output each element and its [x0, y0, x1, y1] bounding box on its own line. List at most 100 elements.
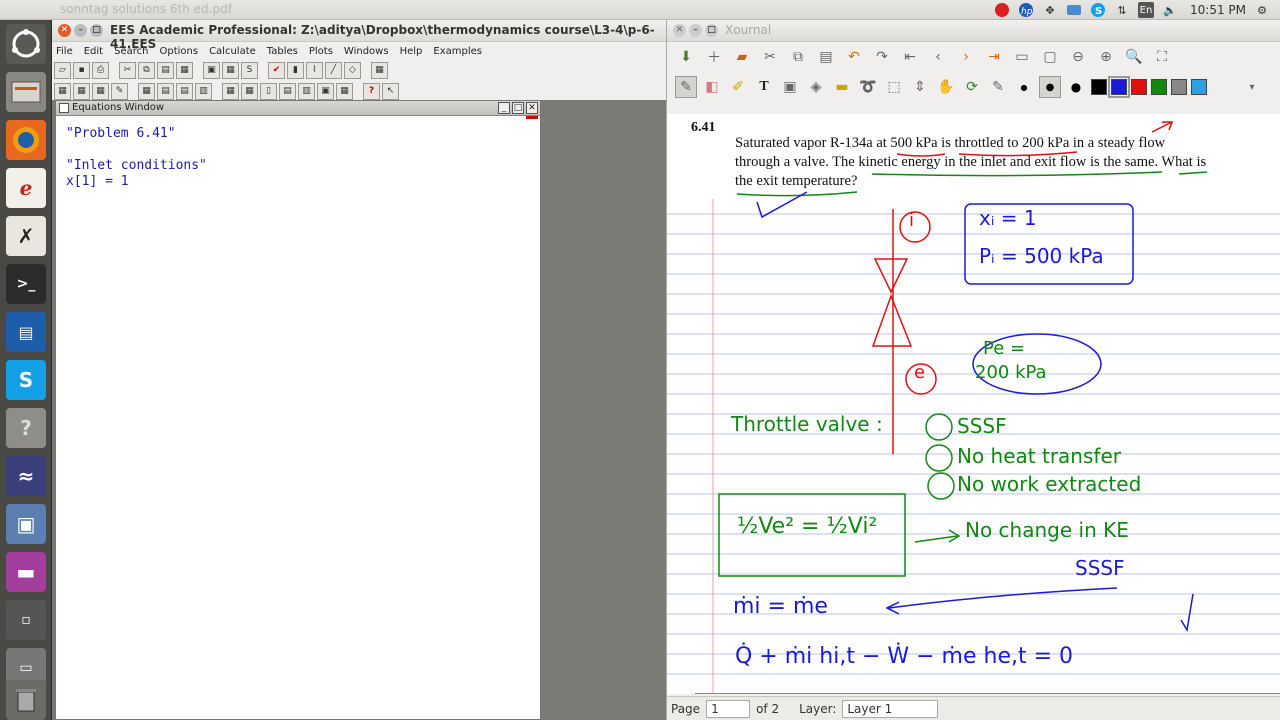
zoom-in-icon[interactable]: ⊕	[1095, 46, 1117, 68]
dropbox-icon[interactable]: ✥	[1042, 2, 1058, 18]
next-page-icon[interactable]: ›	[955, 46, 977, 68]
fullscreen-icon[interactable]: ⛶	[1151, 46, 1173, 68]
window-k-icon[interactable]: ▯	[260, 83, 277, 100]
copy-icon[interactable]: ⧉	[787, 46, 809, 68]
open-folder-icon[interactable]: ▰	[731, 46, 753, 68]
lasso-icon[interactable]: ➰	[857, 76, 879, 98]
chart-icon[interactable]: ╱	[325, 62, 342, 79]
new-icon[interactable]: ＋	[703, 46, 725, 68]
paste-icon[interactable]: ▤	[815, 46, 837, 68]
save-icon[interactable]: ▪	[73, 62, 90, 79]
xournal-titlebar[interactable]: ✕ – □ Xournal	[667, 20, 1280, 42]
window-l-icon[interactable]: ▤	[279, 83, 296, 100]
redo-icon[interactable]: ↷	[871, 46, 893, 68]
terminal-icon[interactable]: >_	[6, 264, 46, 304]
xournal-page[interactable]: 6.41 Saturated vapor R-134a at 500 kPa i…	[667, 114, 1280, 694]
window-j-icon[interactable]: ▦	[241, 83, 258, 100]
window-m-icon[interactable]: ▥	[298, 83, 315, 100]
equations-window-titlebar[interactable]: Equations Window _ □ ✕	[56, 101, 540, 116]
grid-icon[interactable]: ▦	[371, 62, 388, 79]
medium-pen-icon[interactable]: ●	[1039, 76, 1061, 98]
save-icon[interactable]: ⬇	[675, 46, 697, 68]
color-green[interactable]	[1151, 79, 1167, 95]
thick-pen-icon[interactable]: ●	[1065, 76, 1087, 98]
color-gray[interactable]	[1171, 79, 1187, 95]
menu-file[interactable]: File	[56, 46, 73, 57]
first-page-icon[interactable]: ⇤	[899, 46, 921, 68]
eraser-icon[interactable]: ◧	[701, 76, 723, 98]
si-icon[interactable]: S	[241, 62, 258, 79]
xo-minimize-icon[interactable]: –	[689, 24, 702, 37]
table-icon[interactable]: ▦	[222, 62, 239, 79]
xo-close-icon[interactable]: ✕	[673, 24, 686, 37]
window-e-icon[interactable]: ▦	[138, 83, 155, 100]
color-black[interactable]	[1091, 79, 1107, 95]
ruler-icon[interactable]: ▬	[831, 76, 853, 98]
zoom-fit-icon[interactable]: ▭	[1011, 46, 1033, 68]
format-icon[interactable]: ▦	[176, 62, 193, 79]
highlighter-icon[interactable]: ✐	[727, 76, 749, 98]
unknown-app-icon[interactable]: ?	[6, 408, 46, 448]
transfer-arrows-icon[interactable]: ⇅	[1114, 2, 1130, 18]
paste-icon[interactable]: ▤	[157, 62, 174, 79]
color-red[interactable]	[1131, 79, 1147, 95]
window-f-icon[interactable]: ▤	[157, 83, 174, 100]
window-icon[interactable]: ▫	[6, 600, 46, 640]
window-b-icon[interactable]: ▦	[73, 83, 90, 100]
undo-icon[interactable]: ↶	[843, 46, 865, 68]
vertical-space-icon[interactable]: ⇕	[909, 76, 931, 98]
hp-icon[interactable]: hp	[1018, 2, 1034, 18]
clock[interactable]: 10:51 PM	[1190, 3, 1246, 17]
default-pen-icon[interactable]: ⟳	[961, 76, 983, 98]
minimize-icon[interactable]: –	[74, 24, 87, 37]
select-rect-icon[interactable]: ⬚	[883, 76, 905, 98]
evince-icon[interactable]: ℯ	[6, 168, 46, 208]
firefox-icon[interactable]	[6, 120, 46, 160]
pointer-help-icon[interactable]: ↖	[382, 83, 399, 100]
thin-pen-icon[interactable]: ●	[1013, 76, 1035, 98]
pen-settings-icon[interactable]: ✎	[987, 76, 1009, 98]
window-g-icon[interactable]: ▤	[176, 83, 193, 100]
check-icon[interactable]: ✔	[268, 62, 285, 79]
shape-icon[interactable]: ◈	[805, 76, 827, 98]
trash-icon[interactable]	[6, 680, 46, 720]
copy-icon[interactable]: ⧉	[138, 62, 155, 79]
writer-icon[interactable]: ▤	[6, 312, 46, 352]
window-d-icon[interactable]: ✎	[111, 83, 128, 100]
page-number-input[interactable]: 1	[706, 699, 751, 718]
skype-launcher-icon[interactable]: S	[6, 360, 46, 400]
open-icon[interactable]: ▱	[54, 62, 71, 79]
files-icon[interactable]	[6, 72, 46, 112]
xo-maximize-icon[interactable]: □	[705, 24, 718, 37]
window-menu-icon[interactable]	[59, 103, 69, 113]
print-icon[interactable]: ⎙	[92, 62, 109, 79]
last-page-icon[interactable]: ⇥	[983, 46, 1005, 68]
plot-icon[interactable]: ⌇	[306, 62, 323, 79]
dash-home-icon[interactable]	[6, 24, 46, 64]
menu-edit[interactable]: Edit	[84, 46, 103, 57]
maximize-icon[interactable]: □	[90, 24, 103, 37]
equation-app-icon[interactable]: ≈	[6, 456, 46, 496]
prev-page-icon[interactable]: ‹	[927, 46, 949, 68]
ees-titlebar[interactable]: ✕ – □ EES Academic Professional: Z:\adit…	[52, 20, 666, 51]
skype-icon[interactable]: S	[1090, 2, 1106, 18]
window-i-icon[interactable]: ▦	[222, 83, 239, 100]
close-icon[interactable]: ✕	[58, 24, 71, 37]
keyboard-layout-indicator[interactable]: En	[1138, 2, 1154, 18]
cut-icon[interactable]: ✂	[759, 46, 781, 68]
cut-icon[interactable]: ✂	[119, 62, 136, 79]
record-icon[interactable]	[994, 2, 1010, 18]
xournal-icon[interactable]: ✗	[6, 216, 46, 256]
equations-editor[interactable]: "Problem 6.41" "Inlet conditions" x[1] =…	[56, 116, 540, 200]
layer-select[interactable]: Layer 1	[842, 699, 939, 718]
find-icon[interactable]: 🔍	[1123, 46, 1145, 68]
hand-icon[interactable]: ✋	[935, 76, 957, 98]
window-o-icon[interactable]: ▦	[336, 83, 353, 100]
window-c-icon[interactable]: ▦	[92, 83, 109, 100]
window-n-icon[interactable]: ▣	[317, 83, 334, 100]
network-icon[interactable]	[1066, 2, 1082, 18]
color-blue[interactable]	[1108, 76, 1130, 98]
calculator-icon[interactable]: ▮	[287, 62, 304, 79]
wine-app-icon[interactable]: ▣	[6, 504, 46, 544]
zoom-out-icon[interactable]: ⊖	[1067, 46, 1089, 68]
